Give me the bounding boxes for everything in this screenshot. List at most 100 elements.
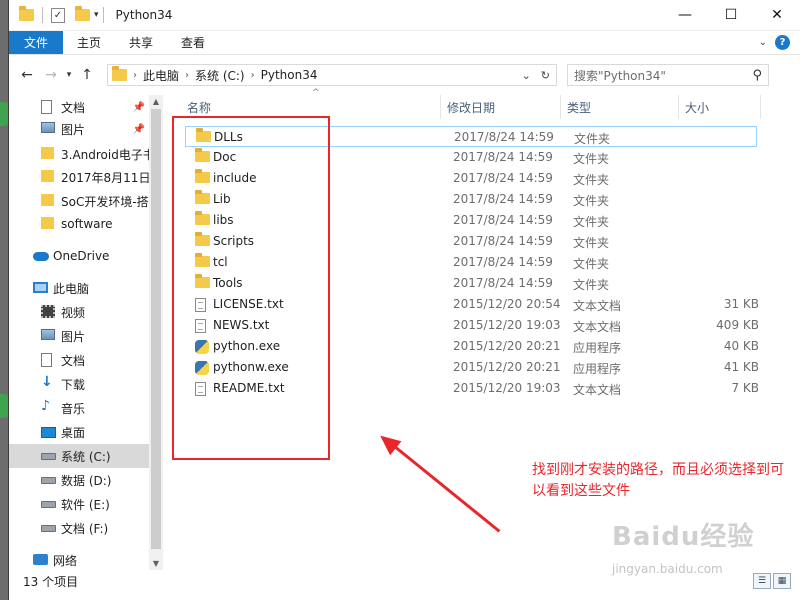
scroll-up-icon[interactable]: ▲ — [149, 97, 163, 106]
file-row[interactable]: tcl 2017/8/24 14:59 文件夹 — [185, 252, 757, 273]
tab-file[interactable]: 文件 — [9, 31, 64, 54]
refresh-icon[interactable]: ↻ — [541, 69, 550, 82]
customize-toolbar-dropdown[interactable]: ▾ — [94, 10, 99, 20]
properties-icon[interactable]: ✓ — [51, 7, 65, 23]
sidebar-item-documents[interactable]: 文档 📌 — [9, 95, 149, 119]
sidebar-item-pictures[interactable]: 图片 📌 — [9, 117, 149, 141]
tab-share[interactable]: 共享 — [115, 31, 167, 54]
file-row[interactable]: LICENSE.txt 2015/12/20 20:54 文本文档 31 KB — [185, 294, 759, 315]
sidebar-item-label: 文档 — [61, 353, 86, 368]
tab-view[interactable]: 查看 — [167, 31, 219, 54]
chevron-right-icon[interactable]: › — [251, 70, 255, 81]
sidebar-item-label: 网络 — [53, 553, 78, 568]
back-button[interactable]: ← — [15, 67, 39, 83]
new-folder-icon[interactable] — [75, 6, 90, 21]
file-row[interactable]: python.exe 2015/12/20 20:21 应用程序 40 KB — [185, 336, 759, 357]
sidebar-item-software[interactable]: software — [9, 212, 149, 236]
sidebar-item-label: 下载 — [61, 377, 86, 392]
file-size: 31 KB — [723, 297, 759, 311]
file-date: 2015/12/20 19:03 — [453, 318, 561, 332]
sidebar-item-soc-env[interactable]: SoC开发环境-搭 — [9, 189, 149, 213]
file-name: README.txt — [213, 381, 285, 395]
chevron-right-icon[interactable]: › — [133, 70, 137, 81]
recent-locations-dropdown[interactable]: ▾ — [63, 70, 75, 80]
music-icon: ♪ — [41, 398, 50, 414]
annotation-text: 找到刚才安装的路径，而且必须选择到可以看到这些文件 — [532, 462, 784, 499]
sidebar-item-android-ebooks[interactable]: 3.Android电子书 — [9, 142, 149, 166]
sidebar-item-pc-documents[interactable]: 文档 — [9, 348, 149, 372]
large-icons-view-icon[interactable]: ▦ — [773, 573, 791, 589]
sidebar-item-pc-pictures[interactable]: 图片 — [9, 324, 149, 348]
scrollbar-thumb[interactable] — [151, 109, 161, 549]
desktop-icon — [41, 427, 56, 438]
scroll-down-icon[interactable]: ▼ — [149, 559, 163, 568]
sidebar-item-music[interactable]: ♪ 音乐 — [9, 396, 149, 420]
file-row[interactable]: libs 2017/8/24 14:59 文件夹 — [185, 210, 757, 231]
sidebar-item-desktop[interactable]: 桌面 — [9, 420, 149, 444]
sidebar-item-drive-c[interactable]: 系统 (C:) — [9, 444, 149, 468]
file-date: 2017/8/24 14:59 — [453, 192, 553, 206]
search-box[interactable]: 搜索"Python34" ⚲ — [567, 64, 769, 86]
column-header-type[interactable]: 类型 — [561, 95, 679, 119]
file-name: Doc — [213, 150, 237, 164]
file-row[interactable]: Lib 2017/8/24 14:59 文件夹 — [185, 189, 757, 210]
folder-icon — [195, 232, 210, 246]
folder-icon — [195, 148, 210, 162]
breadcrumb-drive-c[interactable]: 系统 (C:) — [195, 67, 245, 84]
file-row[interactable]: README.txt 2015/12/20 19:03 文本文档 7 KB — [185, 378, 759, 399]
drive-icon — [41, 453, 56, 460]
file-row[interactable]: Tools 2017/8/24 14:59 文件夹 — [185, 273, 757, 294]
address-dropdown-icon[interactable]: ⌄ — [522, 69, 531, 82]
sidebar-item-drive-e[interactable]: 软件 (E:) — [9, 492, 149, 516]
help-icon[interactable]: ? — [775, 35, 790, 50]
file-name: NEWS.txt — [213, 318, 270, 332]
column-header-date[interactable]: 修改日期 — [441, 95, 561, 119]
chevron-right-icon[interactable]: › — [185, 70, 189, 81]
tab-home[interactable]: 主页 — [63, 31, 115, 54]
sidebar-item-label: 此电脑 — [53, 281, 90, 296]
breadcrumb-python34[interactable]: Python34 — [261, 68, 318, 82]
navigation-scrollbar[interactable]: ▲ ▼ — [149, 95, 163, 570]
title-separator — [102, 7, 104, 23]
breadcrumb-this-pc[interactable]: 此电脑 — [143, 67, 179, 84]
maximize-button[interactable]: ☐ — [708, 0, 754, 31]
baidu-watermark-url: jingyan.baidu.com — [612, 562, 723, 576]
close-button[interactable]: ✕ — [754, 0, 800, 31]
column-header-size[interactable]: 大小 — [679, 95, 761, 119]
sidebar-item-videos[interactable]: 视频 — [9, 300, 149, 324]
file-row[interactable]: DLLs 2017/8/24 14:59 文件夹 — [185, 126, 757, 147]
baidu-watermark: Baidu经验 — [612, 522, 755, 552]
column-header-name[interactable]: 名称 — [181, 95, 441, 119]
sidebar-item-label: 音乐 — [61, 401, 86, 416]
minimize-button[interactable]: — — [662, 0, 708, 31]
file-row[interactable]: Doc 2017/8/24 14:59 文件夹 — [185, 147, 757, 168]
up-button[interactable]: ↑ — [75, 67, 99, 83]
sidebar-item-label: 视频 — [61, 305, 86, 320]
file-row[interactable]: Scripts 2017/8/24 14:59 文件夹 — [185, 231, 757, 252]
sidebar-item-label: 软件 (E:) — [61, 497, 110, 512]
file-date: 2015/12/20 20:54 — [453, 297, 561, 311]
sidebar-item-drive-d[interactable]: 数据 (D:) — [9, 468, 149, 492]
sidebar-item-aug-11[interactable]: 2017年8月11日 — [9, 165, 149, 189]
file-row[interactable]: include 2017/8/24 14:59 文件夹 — [185, 168, 757, 189]
file-date: 2017/8/24 14:59 — [454, 130, 554, 144]
window-controls: — ☐ ✕ — [662, 0, 800, 31]
address-bar[interactable]: › 此电脑 › 系统 (C:) › Python34 ⌄ ↻ — [107, 64, 557, 86]
picture-icon — [41, 329, 55, 340]
file-type: 文件夹 — [573, 173, 610, 187]
sidebar-item-drive-f[interactable]: 文档 (F:) — [9, 516, 149, 540]
sidebar-item-downloads[interactable]: ↓ 下载 — [9, 372, 149, 396]
forward-button[interactable]: → — [39, 67, 63, 83]
details-view-icon[interactable]: ☰ — [753, 573, 771, 589]
text-file-icon — [195, 319, 206, 333]
sidebar-item-onedrive[interactable]: OneDrive — [9, 244, 149, 268]
expand-ribbon-icon[interactable]: ⌄ — [759, 37, 767, 48]
folder-icon — [195, 169, 210, 183]
ribbon-tabs: 文件 主页 共享 查看 ⌄ ? — [9, 31, 800, 55]
sidebar-item-network[interactable]: 网络 — [9, 548, 149, 572]
file-row[interactable]: pythonw.exe 2015/12/20 20:21 应用程序 41 KB — [185, 357, 759, 378]
file-row[interactable]: NEWS.txt 2015/12/20 19:03 文本文档 409 KB — [185, 315, 759, 336]
sidebar-item-this-pc[interactable]: 此电脑 — [9, 276, 149, 300]
file-date: 2017/8/24 14:59 — [453, 213, 553, 227]
search-icon[interactable]: ⚲ — [752, 68, 762, 83]
